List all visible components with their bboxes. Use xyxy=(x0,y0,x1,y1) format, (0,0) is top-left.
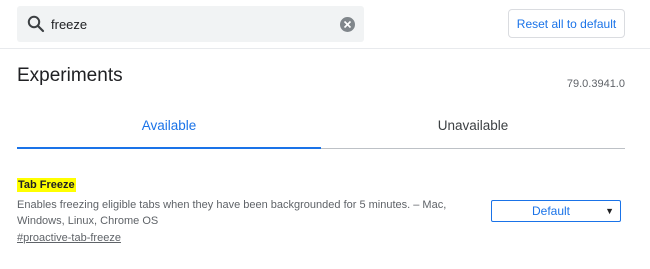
search-box[interactable] xyxy=(17,6,364,42)
selected-tab-indicator xyxy=(17,147,321,149)
dropdown-arrow-icon: ▼ xyxy=(605,206,614,216)
tab-unavailable[interactable]: Unavailable xyxy=(321,104,625,148)
experiment-permalink[interactable]: #proactive-tab-freeze xyxy=(17,232,121,244)
experiment-name: Tab Freeze xyxy=(17,178,76,192)
version-label: 79.0.3941.0 xyxy=(566,78,625,90)
tab-bar: Available Unavailable xyxy=(17,104,625,149)
experiment-state-value: Default xyxy=(531,204,571,218)
header-bar: Reset all to default xyxy=(0,0,650,49)
page-title: Experiments xyxy=(17,65,123,86)
search-input[interactable] xyxy=(51,6,331,42)
reset-all-button[interactable]: Reset all to default xyxy=(508,9,625,38)
experiment-description: Enables freezing eligible tabs when they… xyxy=(17,199,447,227)
experiment-state-select[interactable]: Default ▼ xyxy=(491,200,621,222)
tab-available[interactable]: Available xyxy=(17,104,321,148)
clear-search-icon[interactable] xyxy=(340,17,355,32)
search-icon xyxy=(26,14,46,34)
